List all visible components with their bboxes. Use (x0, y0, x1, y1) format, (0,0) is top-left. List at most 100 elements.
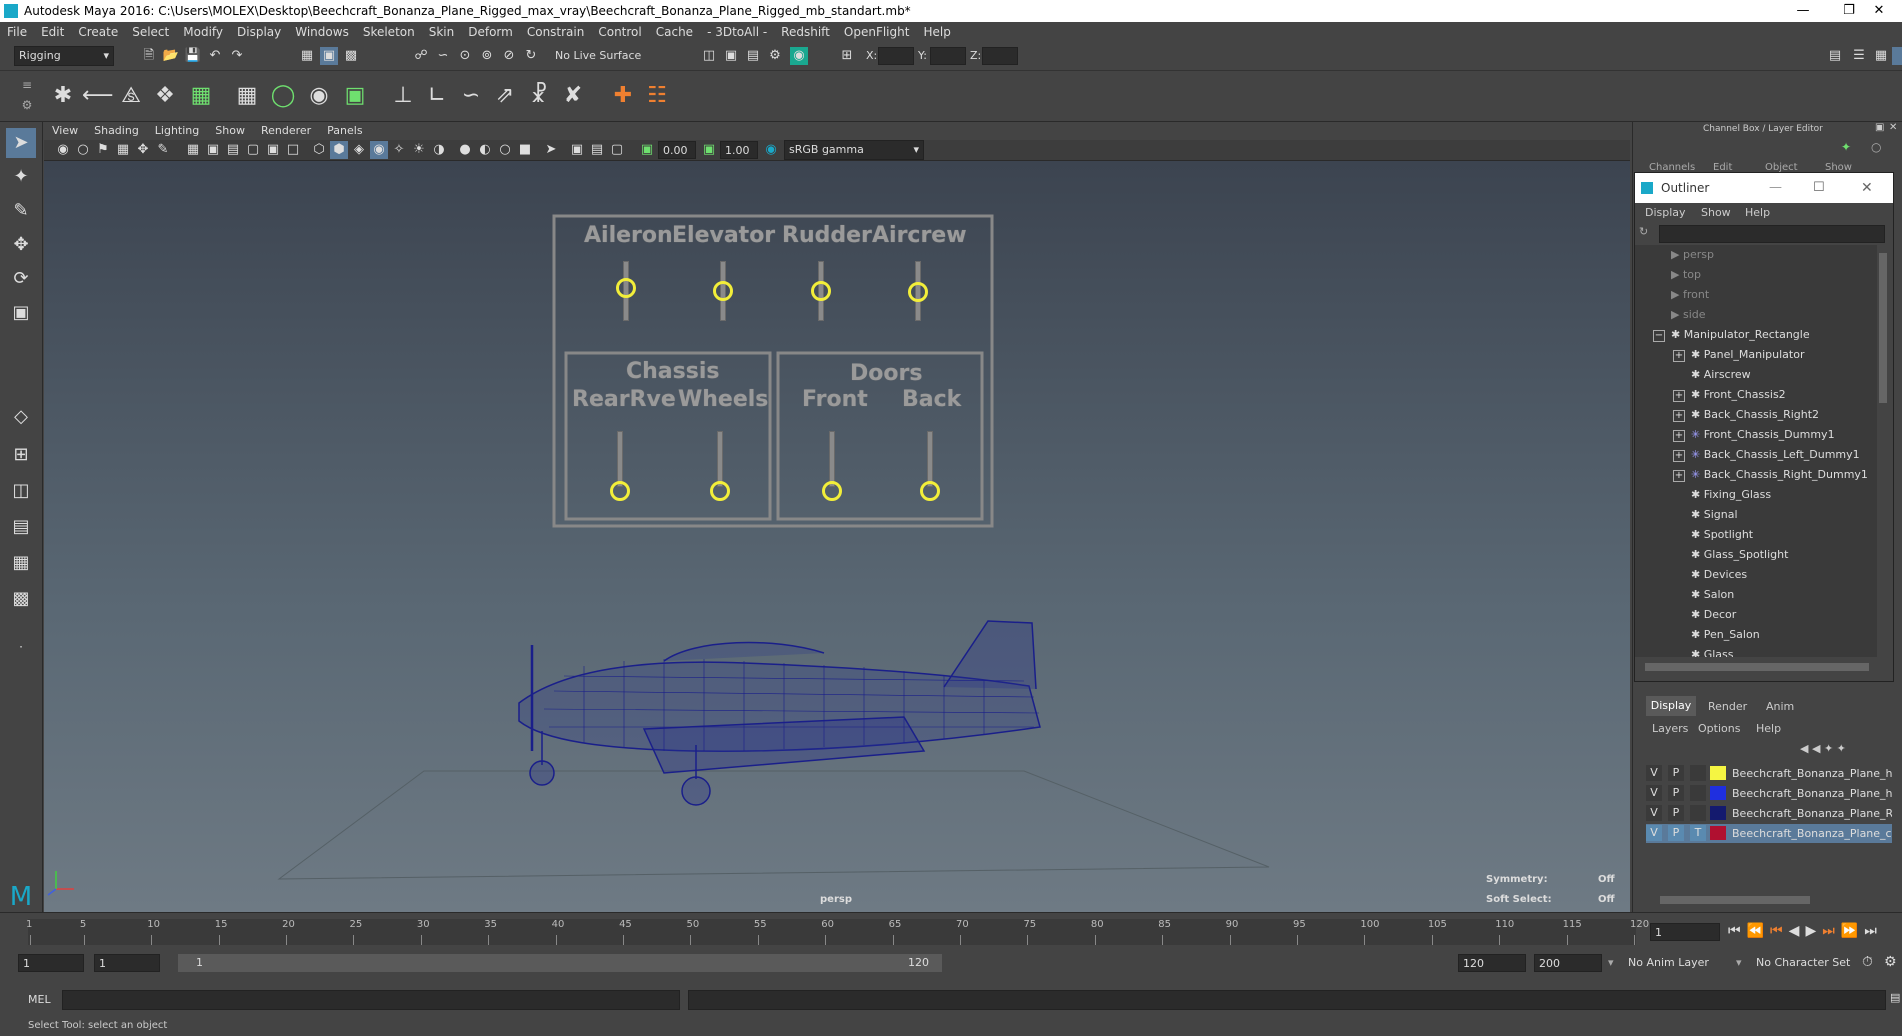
panel-menu-lighting[interactable]: Lighting (147, 122, 207, 140)
layer-menu-layers[interactable]: Layers (1652, 722, 1688, 735)
layout-options-icon[interactable]: ⋅ (6, 632, 36, 662)
scale-constraint-icon[interactable]: ⇗ (490, 81, 520, 111)
elevator-slider-handle[interactable] (713, 281, 733, 301)
character-set-dropdown[interactable]: No Character Set (1756, 956, 1850, 969)
layer-visibility-toggle[interactable]: V (1646, 765, 1662, 781)
outliner-item[interactable]: ✱ Panel_Manipulator (1691, 345, 1804, 365)
xray-active-icon[interactable]: ▤ (588, 141, 606, 159)
open-scene-icon[interactable]: 📂 (162, 47, 180, 65)
layer-playback-toggle[interactable]: P (1668, 825, 1684, 841)
menu-select[interactable]: Select (125, 22, 176, 42)
outliner-item[interactable]: ✱ Glass (1691, 645, 1734, 657)
expand-icon[interactable]: + (1673, 350, 1685, 362)
input-mode-icon[interactable]: ⊞ (838, 47, 856, 65)
outliner-item[interactable]: ▶ front (1671, 285, 1709, 305)
rotate-tool-icon[interactable]: ⟳ (6, 264, 36, 294)
move-layer-down-icon[interactable]: ◀ (1812, 742, 1820, 755)
attribute-editor-icon[interactable]: ☰ (1850, 47, 1868, 65)
x-field[interactable] (878, 47, 914, 65)
gamma-icon[interactable]: ▣ (700, 141, 718, 159)
grid-icon[interactable]: ▦ (184, 141, 202, 159)
new-layer-icon[interactable]: ✦ (1824, 742, 1833, 755)
layer-row[interactable]: V P Beechcraft_Bonanza_Plane_he (1646, 764, 1892, 783)
command-language-label[interactable]: MEL (28, 993, 51, 1006)
layer-display-type-toggle[interactable] (1690, 765, 1706, 781)
outliner-item[interactable]: ✱ Pen_Salon (1691, 625, 1760, 645)
outliner-item[interactable]: ✱ Spotlight (1691, 525, 1753, 545)
rudder-slider-handle[interactable] (811, 281, 831, 301)
y-field[interactable] (930, 47, 966, 65)
panel-menu-view[interactable]: View (44, 122, 86, 140)
layer-color-swatch[interactable] (1710, 786, 1726, 800)
aileron-slider-handle[interactable] (616, 278, 636, 298)
sculpt-deformer-icon[interactable]: ◯ (268, 81, 298, 111)
exposure-icon[interactable]: ▣ (638, 141, 656, 159)
wheels-slider-handle[interactable] (710, 481, 730, 501)
panel-menu-shading[interactable]: Shading (86, 122, 147, 140)
panel-menu-panels[interactable]: Panels (319, 122, 370, 140)
ambient-occlusion-icon[interactable]: ● (456, 141, 474, 159)
menu-openflight[interactable]: OpenFlight (837, 22, 917, 42)
menu-windows[interactable]: Windows (288, 22, 356, 42)
snap-curve-icon[interactable]: ∽ (434, 47, 452, 65)
outliner-close-button[interactable]: ✕ (1861, 173, 1873, 203)
layer-tab-anim[interactable]: Anim (1766, 700, 1794, 713)
layer-playback-toggle[interactable]: P (1668, 785, 1684, 801)
go-to-start-icon[interactable]: ⏮ (1728, 923, 1747, 939)
joint-tool-icon[interactable]: ✱ (48, 81, 78, 111)
ik-handle-icon[interactable]: ⟵ (82, 81, 114, 111)
backface-culling-icon[interactable]: ▢ (608, 141, 626, 159)
menu-3dtoall[interactable]: - 3DtoAll - (700, 22, 774, 42)
expand-icon[interactable]: + (1673, 450, 1685, 462)
single-perspective-layout-icon[interactable]: ◇ (6, 402, 36, 432)
film-gate-icon[interactable]: ▣ (204, 141, 222, 159)
animation-end-field[interactable]: 200 (1534, 954, 1602, 972)
side-by-side-layout-icon[interactable]: ◫ (6, 476, 36, 506)
layer-playback-toggle[interactable]: P (1668, 805, 1684, 821)
shadows-icon[interactable]: ◑ (430, 141, 448, 159)
select-tool-icon[interactable]: ➤ (6, 128, 36, 158)
scale-tool-icon[interactable]: ▣ (6, 298, 36, 328)
redo-icon[interactable]: ↷ (228, 47, 246, 65)
outliner-refresh-icon[interactable]: ↻ (1639, 225, 1655, 241)
outliner-item[interactable]: ▶ side (1671, 305, 1706, 325)
auto-key-icon[interactable]: ⏱ (1862, 954, 1873, 970)
outliner-item[interactable]: ✱ Glass_Spotlight (1691, 545, 1788, 565)
go-to-end-icon[interactable]: ⏭ (1864, 923, 1883, 939)
outliner-item[interactable]: ✱ Salon (1691, 585, 1734, 605)
menu-display[interactable]: Display (230, 22, 288, 42)
outliner-item[interactable]: ▶ top (1671, 265, 1701, 285)
dock-close-icon[interactable]: ✕ (1889, 122, 1897, 133)
outliner-hscrollbar[interactable] (1645, 663, 1869, 671)
outliner-menu-help[interactable]: Help (1745, 203, 1770, 223)
front-door-slider-handle[interactable] (822, 481, 842, 501)
wireframe-on-shaded-icon[interactable]: ◈ (350, 141, 368, 159)
cluster-icon[interactable]: ▦ (186, 81, 216, 111)
motion-blur-icon[interactable]: ◐ (476, 141, 494, 159)
smooth-shade-icon[interactable]: ⬢ (330, 141, 348, 159)
point-constraint-icon[interactable]: ⊥ (388, 81, 418, 111)
outliner-item[interactable]: ✳ Back_Chassis_Left_Dummy1 (1691, 445, 1860, 465)
layer-display-type-toggle[interactable] (1690, 785, 1706, 801)
outliner-item[interactable]: ✳ Front_Chassis_Dummy1 (1691, 425, 1835, 445)
layer-hscrollbar[interactable] (1660, 896, 1810, 904)
isolate-select-icon[interactable]: ➤ (542, 141, 560, 159)
field-chart-icon[interactable]: ▣ (264, 141, 282, 159)
gamma-field[interactable]: 1.00 (720, 141, 758, 159)
layer-color-swatch[interactable] (1710, 766, 1726, 780)
outliner-item[interactable]: ✱ Signal (1691, 505, 1738, 525)
save-scene-icon[interactable]: 💾 (184, 47, 202, 65)
snap-point-icon[interactable]: ⊙ (456, 47, 474, 65)
step-forward-key-icon[interactable]: ⏭ (1822, 923, 1841, 939)
aim-constraint-icon[interactable]: ∟ (422, 81, 452, 111)
rearrve-slider-handle[interactable] (610, 481, 630, 501)
layer-visibility-toggle[interactable]: V (1646, 785, 1662, 801)
layer-playback-toggle[interactable]: P (1668, 765, 1684, 781)
panel-menu-show[interactable]: Show (207, 122, 253, 140)
wireframe-icon[interactable]: ⬡ (310, 141, 328, 159)
lasso-tool-icon[interactable]: ✦ (6, 162, 36, 192)
back-door-slider-handle[interactable] (920, 481, 940, 501)
paint-select-tool-icon[interactable]: ✎ (6, 196, 36, 226)
four-view-layout-icon[interactable]: ⊞ (6, 440, 36, 470)
layer-color-swatch[interactable] (1710, 826, 1726, 840)
